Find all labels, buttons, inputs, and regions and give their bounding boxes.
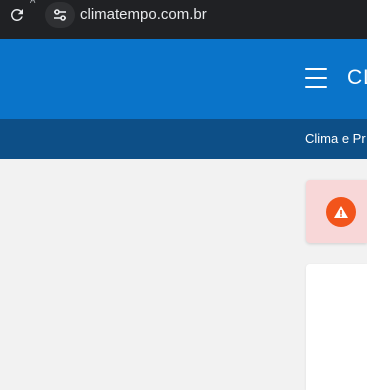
site-logo[interactable]: CL <box>347 66 367 90</box>
content-card <box>306 264 367 390</box>
site-header: CL <box>0 39 367 119</box>
site-info-button[interactable] <box>45 2 75 28</box>
weather-alert-card[interactable] <box>306 180 367 243</box>
tune-icon <box>54 9 66 21</box>
secondary-nav: Clima e Pr <box>0 119 367 159</box>
nav-link-clima[interactable]: Clima e Pr <box>305 131 366 147</box>
browser-toolbar: A climatempo.com.br <box>0 0 367 39</box>
hamburger-menu-icon[interactable] <box>305 68 329 90</box>
alert-text-fragment <box>363 204 367 218</box>
reload-icon[interactable] <box>8 6 26 24</box>
address-bar-url[interactable]: climatempo.com.br <box>80 6 207 24</box>
warning-triangle-icon <box>326 197 356 227</box>
translate-indicator: A <box>30 0 36 5</box>
